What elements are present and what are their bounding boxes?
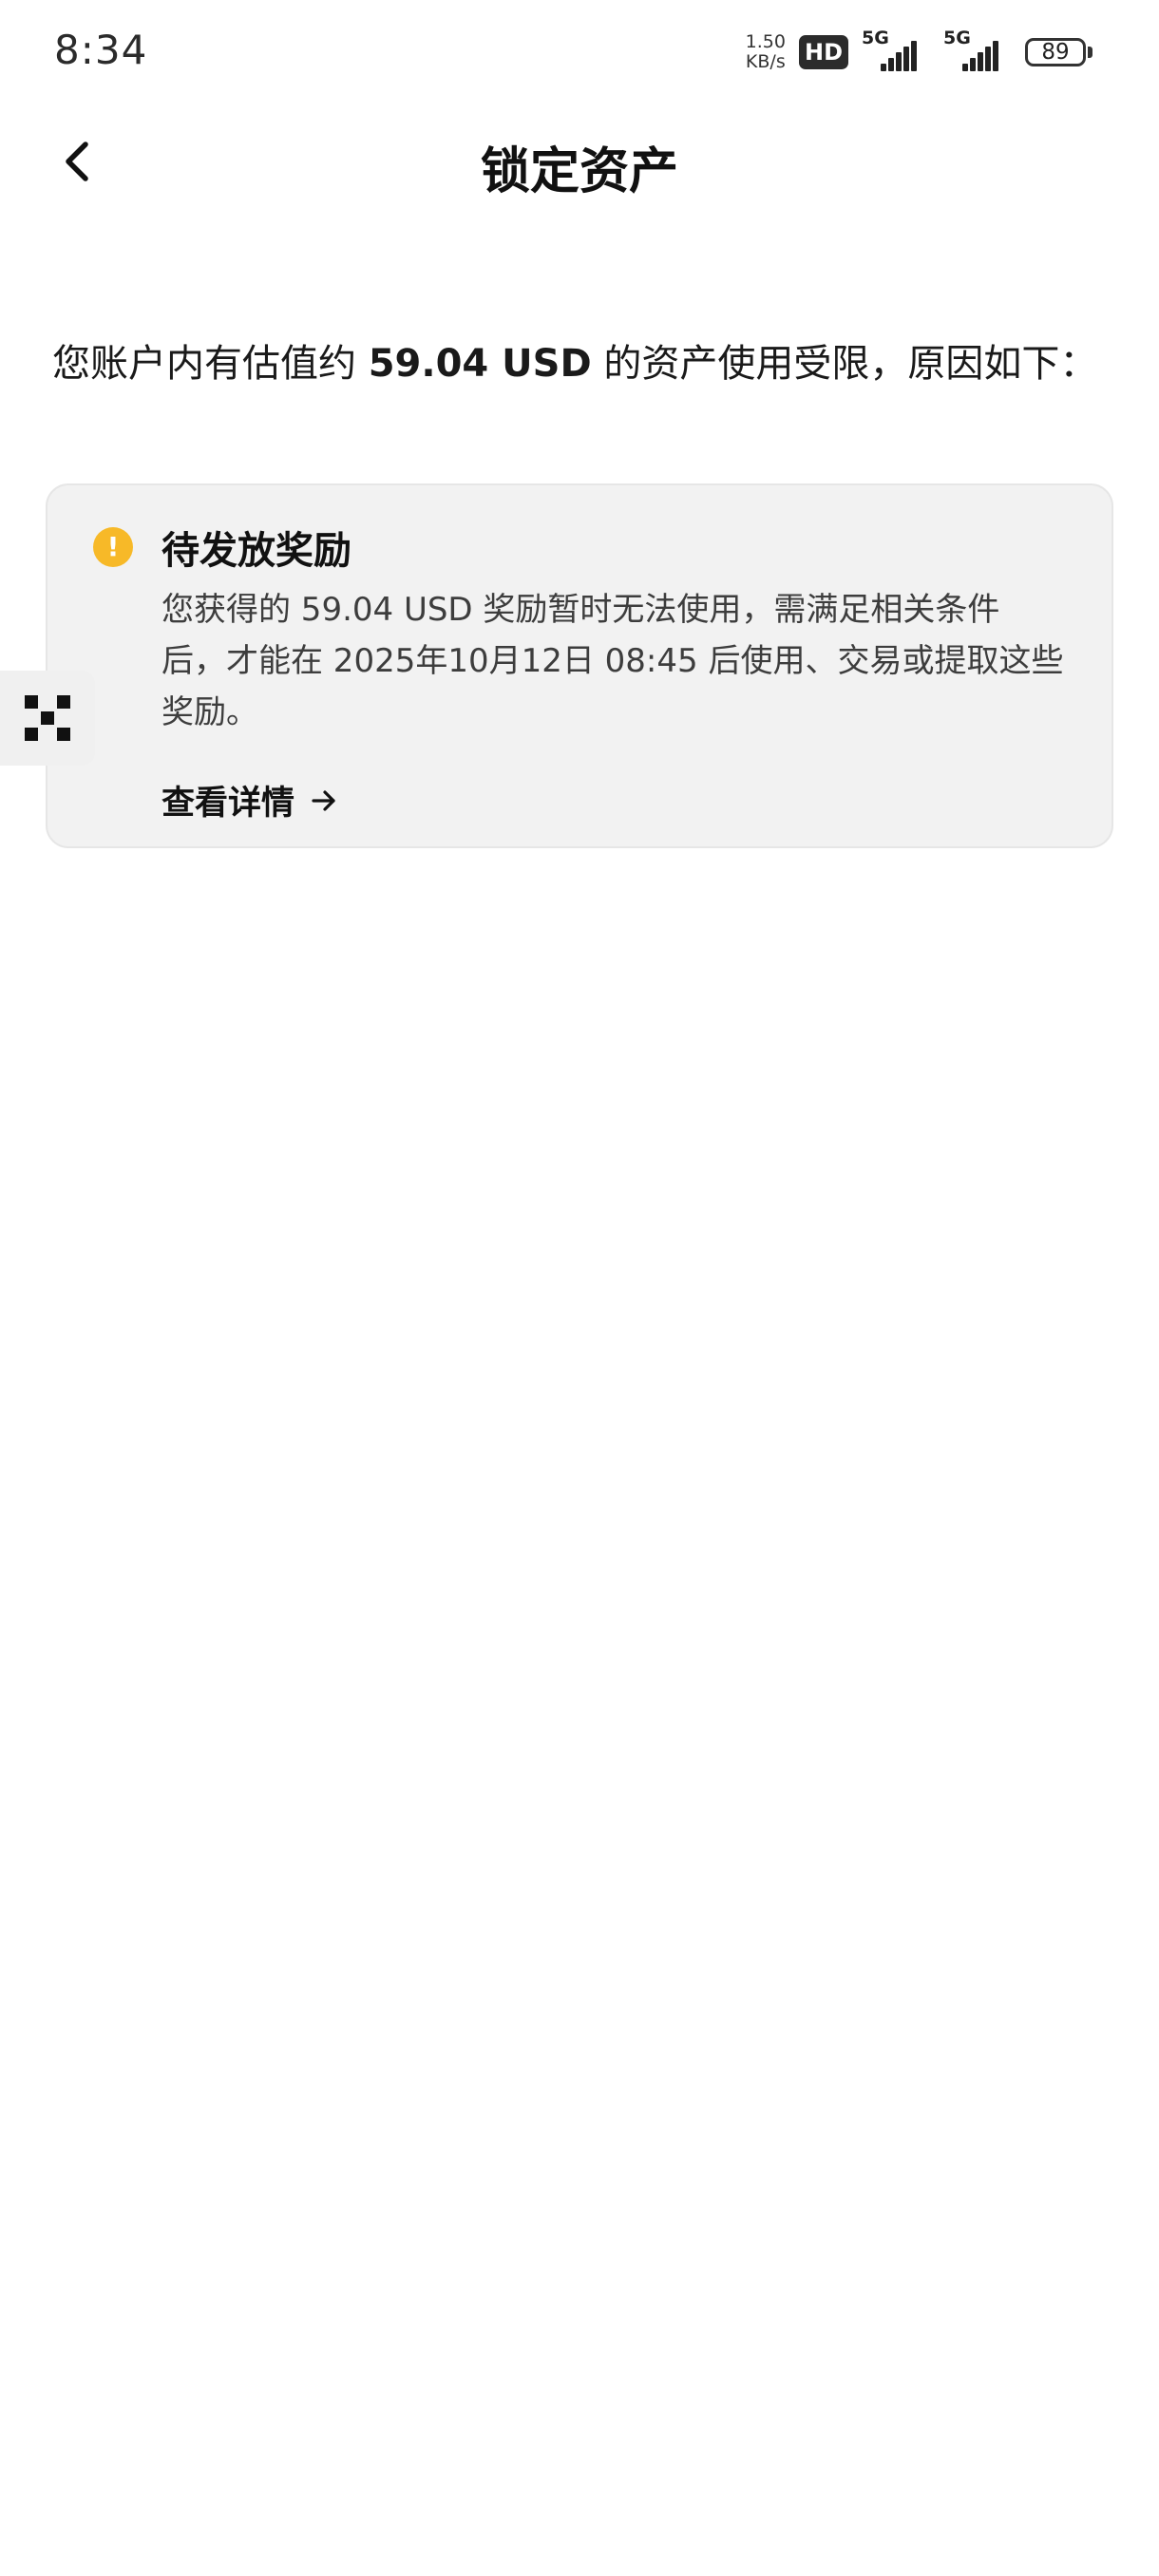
hd-voice-icon: HD <box>798 35 848 69</box>
signal-2-icon: 5G <box>943 28 1012 71</box>
pending-rewards-card: ! 待发放奖励 您获得的 59.04 USD 奖励暂时无法使用，需满足相关条件后… <box>46 483 1113 848</box>
page-title: 锁定资产 <box>480 143 678 200</box>
status-icons: 1.50 KB/s HD 5G 5G 89 <box>746 28 1092 76</box>
arrow-right-icon <box>312 789 335 811</box>
network-speed-unit: KB/s <box>745 51 786 72</box>
summary-amount: 59.04 USD <box>368 342 592 386</box>
card-title: 待发放奖励 <box>162 529 352 573</box>
battery-icon: 89 <box>1025 38 1092 66</box>
card-description: 您获得的 59.04 USD 奖励暂时无法使用，需满足相关条件后，才能在 202… <box>162 591 1064 731</box>
signal-2-label: 5G <box>943 28 971 48</box>
view-details-link[interactable]: 查看详情 <box>162 776 338 824</box>
page-header: 锁定资产 <box>0 114 1159 209</box>
floating-side-tab[interactable] <box>0 671 95 766</box>
summary-suffix: 的资产使用受限，原因如下： <box>591 342 1098 386</box>
network-speed: 1.50 KB/s <box>746 32 786 72</box>
status-bar: 8:34 1.50 KB/s HD 5G 5G 89 <box>0 0 1159 104</box>
view-details-label: 查看详情 <box>162 785 295 823</box>
signal-1-icon: 5G <box>862 28 930 71</box>
summary-prefix: 您账户内有估值约 <box>52 342 369 386</box>
qr-logo-icon <box>25 695 70 741</box>
warning-icon: ! <box>93 527 133 567</box>
network-speed-value: 1.50 <box>745 31 786 52</box>
locked-assets-summary: 您账户内有估值约 59.04 USD 的资产使用受限，原因如下： <box>52 337 1126 390</box>
signal-1-label: 5G <box>862 28 889 48</box>
battery-level: 89 <box>1025 38 1086 66</box>
status-time: 8:34 <box>54 27 148 73</box>
